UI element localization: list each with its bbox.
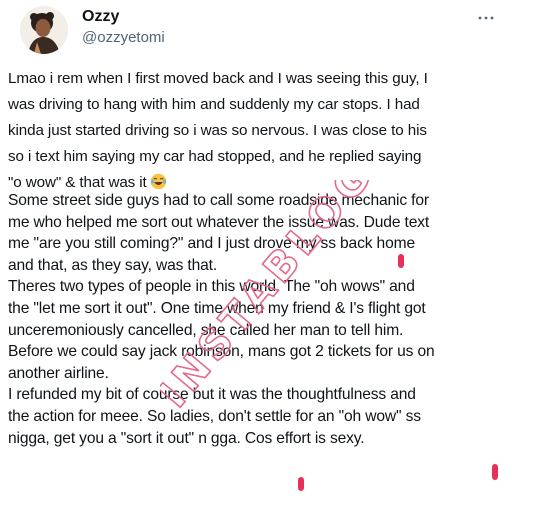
tweet-header: Ozzy @ozzyetomi: [0, 0, 557, 58]
laughing-crying-emoji-icon: [150, 173, 167, 190]
redaction-mark: [298, 477, 304, 491]
avatar-photo: [20, 6, 68, 54]
tweet-body: Lmao i rem when I first moved back and I…: [8, 70, 428, 191]
more-options-icon[interactable]: [474, 10, 498, 26]
avatar[interactable]: [20, 6, 68, 54]
redaction-mark: [492, 464, 498, 480]
author-display-name[interactable]: Ozzy: [82, 8, 119, 26]
reply-text: Some street side guys had to call some r…: [8, 192, 435, 447]
author-handle[interactable]: @ozzyetomi: [82, 29, 165, 46]
tweet-text: Lmao i rem when I first moved back and I…: [8, 66, 548, 196]
redaction-mark: [398, 254, 404, 268]
